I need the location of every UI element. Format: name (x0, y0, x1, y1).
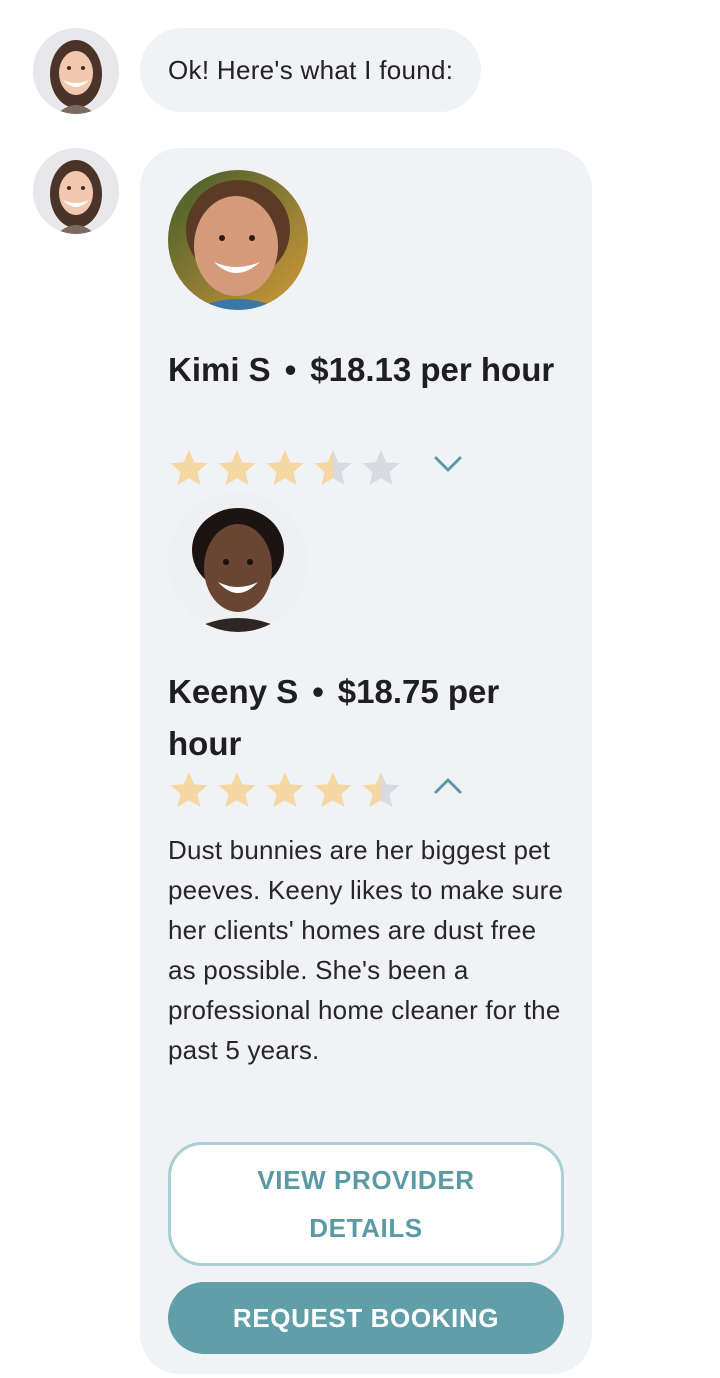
chevron-down-icon[interactable] (428, 444, 468, 484)
view-provider-details-button[interactable]: VIEW PROVIDER DETAILS (168, 1142, 564, 1266)
greeting-bubble: Ok! Here's what I found: (140, 28, 482, 112)
request-booking-button[interactable]: REQUEST BOOKING (168, 1282, 564, 1354)
provider-bio: Dust bunnies are her biggest pet peeves.… (168, 835, 564, 1065)
assistant-avatar (33, 28, 119, 114)
provider-heading: Keeny S • $18.75 per hour (168, 666, 568, 770)
provider-heading: Kimi S • $18.13 per hour (168, 344, 568, 396)
star-icon (360, 447, 402, 489)
rating-stars (168, 446, 408, 490)
star-icon (168, 447, 210, 489)
star-icon (216, 447, 258, 489)
star-icon (264, 447, 306, 489)
provider-name[interactable]: Kimi S (168, 351, 271, 388)
star-icon (360, 769, 402, 811)
provider-rate: $18.13 per hour (310, 351, 555, 388)
star-icon (264, 769, 306, 811)
star-icon (168, 769, 210, 811)
assistant-avatar (33, 148, 119, 234)
view-provider-details-label: VIEW PROVIDER DETAILS (257, 1165, 475, 1243)
provider-photo[interactable] (168, 492, 308, 632)
provider-results-card: Kimi S • $18.13 per hour Keeny S • $18.75 pe… (140, 148, 592, 1374)
chevron-up-icon[interactable] (428, 766, 468, 806)
separator-dot: • (312, 673, 324, 710)
provider-name[interactable]: Keeny S (168, 673, 298, 710)
provider-photo[interactable] (168, 170, 308, 310)
star-icon (216, 769, 258, 811)
star-icon (312, 769, 354, 811)
request-booking-label: REQUEST BOOKING (232, 1302, 500, 1333)
star-icon (312, 447, 354, 489)
greeting-text: Ok! Here's what I found: (168, 54, 454, 85)
separator-dot: • (284, 351, 297, 388)
rating-stars (168, 768, 408, 812)
